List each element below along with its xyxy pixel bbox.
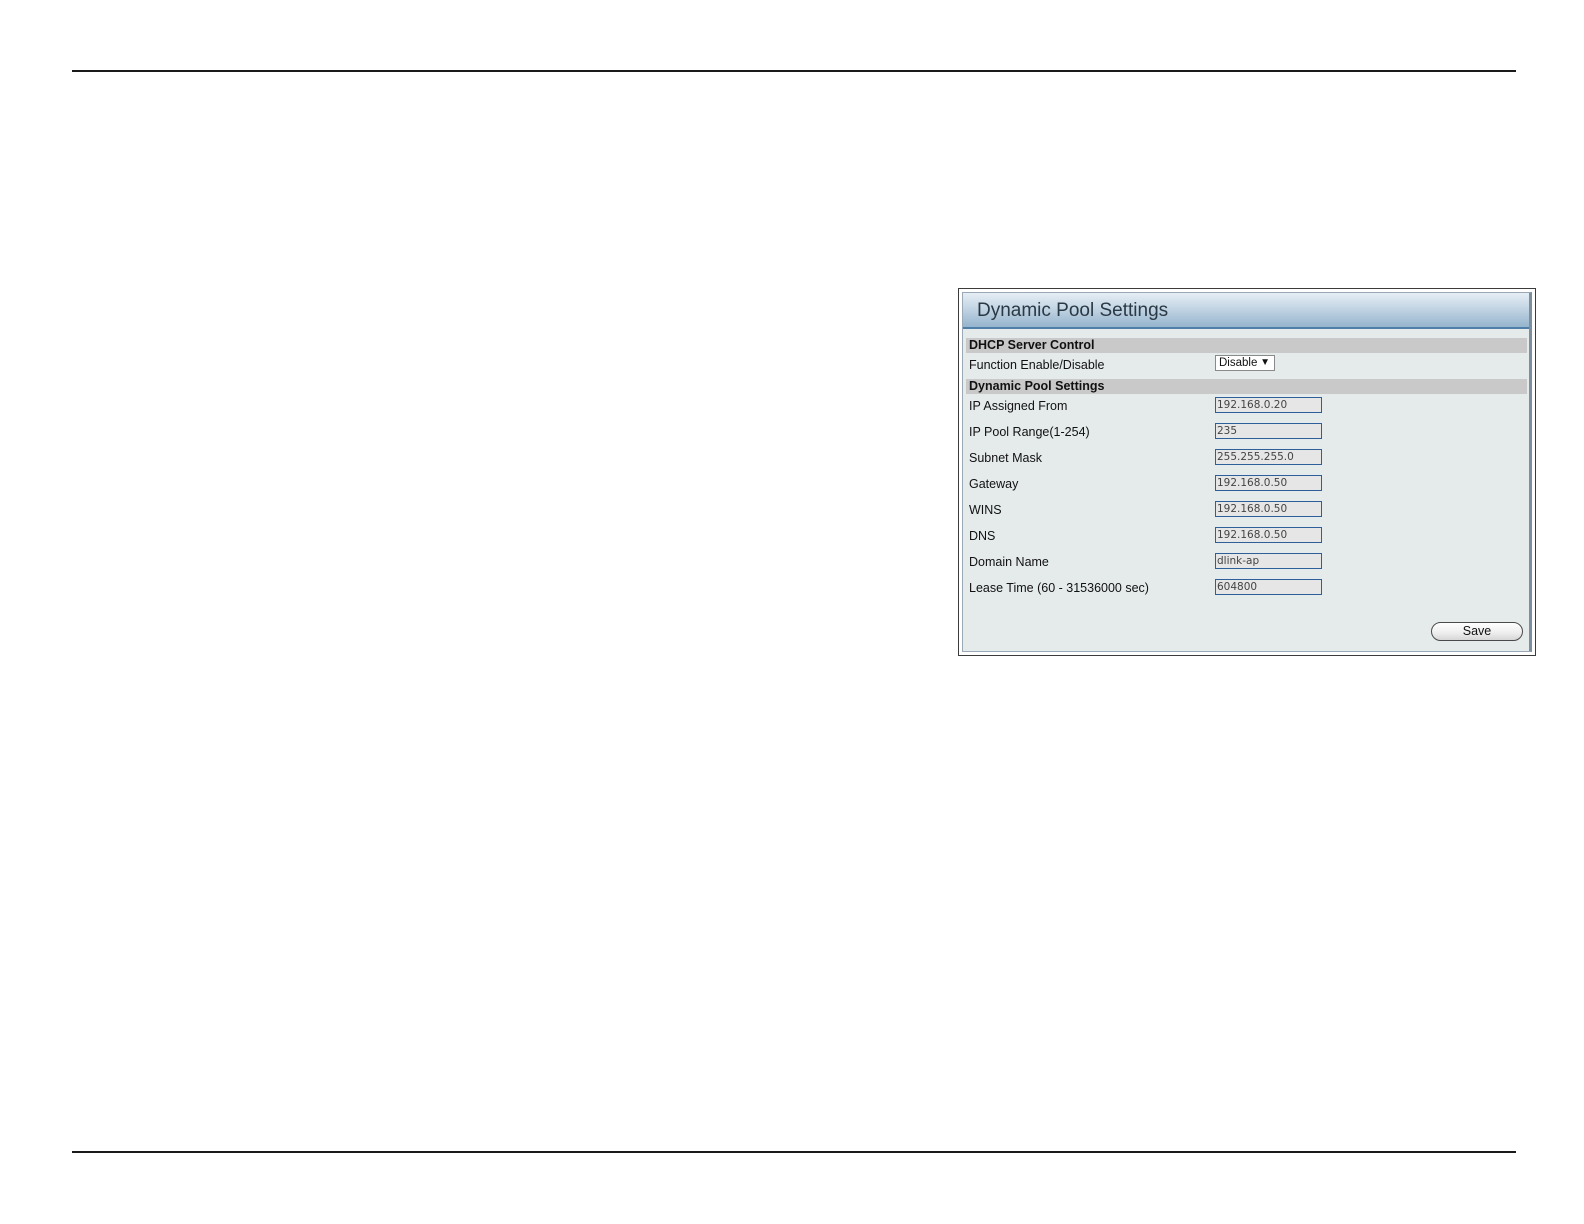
page-top-rule <box>72 70 1516 72</box>
lease-time-input[interactable]: 604800 <box>1215 579 1322 595</box>
subnet-mask-input[interactable]: 255.255.255.0 <box>1215 449 1322 465</box>
subnet-mask-label: Subnet Mask <box>969 451 1042 465</box>
row-wins: WINS 192.168.0.50 <box>966 498 1527 524</box>
section-dynamic-pool-settings: Dynamic Pool Settings <box>966 379 1527 394</box>
row-subnet-mask: Subnet Mask 255.255.255.0 <box>966 446 1527 472</box>
dynamic-pool-settings-panel: Dynamic Pool Settings DHCP Server Contro… <box>958 288 1536 656</box>
panel-body: DHCP Server Control Function Enable/Disa… <box>966 338 1527 602</box>
row-dns: DNS 192.168.0.50 <box>966 524 1527 550</box>
section-dhcp-server-control: DHCP Server Control <box>966 338 1527 353</box>
row-gateway: Gateway 192.168.0.50 <box>966 472 1527 498</box>
row-ip-pool-range: IP Pool Range(1-254) 235 <box>966 420 1527 446</box>
ip-pool-range-label: IP Pool Range(1-254) <box>969 425 1090 439</box>
wins-input[interactable]: 192.168.0.50 <box>1215 501 1322 517</box>
domain-name-input[interactable]: dlink-ap <box>1215 553 1322 569</box>
row-domain-name: Domain Name dlink-ap <box>966 550 1527 576</box>
function-enable-disable-select[interactable]: Disable ▼ <box>1215 355 1275 371</box>
ip-assigned-from-input[interactable]: 192.168.0.20 <box>1215 397 1322 413</box>
function-enable-disable-label: Function Enable/Disable <box>969 358 1105 372</box>
row-lease-time: Lease Time (60 - 31536000 sec) 604800 <box>966 576 1527 602</box>
function-select-value: Disable <box>1219 357 1258 369</box>
panel-frame: Dynamic Pool Settings DHCP Server Contro… <box>962 292 1532 652</box>
gateway-input[interactable]: 192.168.0.50 <box>1215 475 1322 491</box>
dns-input[interactable]: 192.168.0.50 <box>1215 527 1322 543</box>
save-button[interactable]: Save <box>1431 622 1523 641</box>
wins-label: WINS <box>969 503 1002 517</box>
page-bottom-rule <box>72 1151 1516 1153</box>
triangle-down-icon: ▼ <box>1260 357 1270 368</box>
panel-title: Dynamic Pool Settings <box>977 300 1169 321</box>
ip-assigned-from-label: IP Assigned From <box>969 399 1068 413</box>
ip-pool-range-input[interactable]: 235 <box>1215 423 1322 439</box>
row-ip-assigned-from: IP Assigned From 192.168.0.20 <box>966 394 1527 420</box>
panel-header: Dynamic Pool Settings <box>963 293 1529 329</box>
domain-name-label: Domain Name <box>969 555 1049 569</box>
row-function-enable-disable: Function Enable/Disable Disable ▼ <box>966 353 1527 379</box>
dns-label: DNS <box>969 529 996 543</box>
lease-time-label: Lease Time (60 - 31536000 sec) <box>969 581 1149 595</box>
gateway-label: Gateway <box>969 477 1019 491</box>
